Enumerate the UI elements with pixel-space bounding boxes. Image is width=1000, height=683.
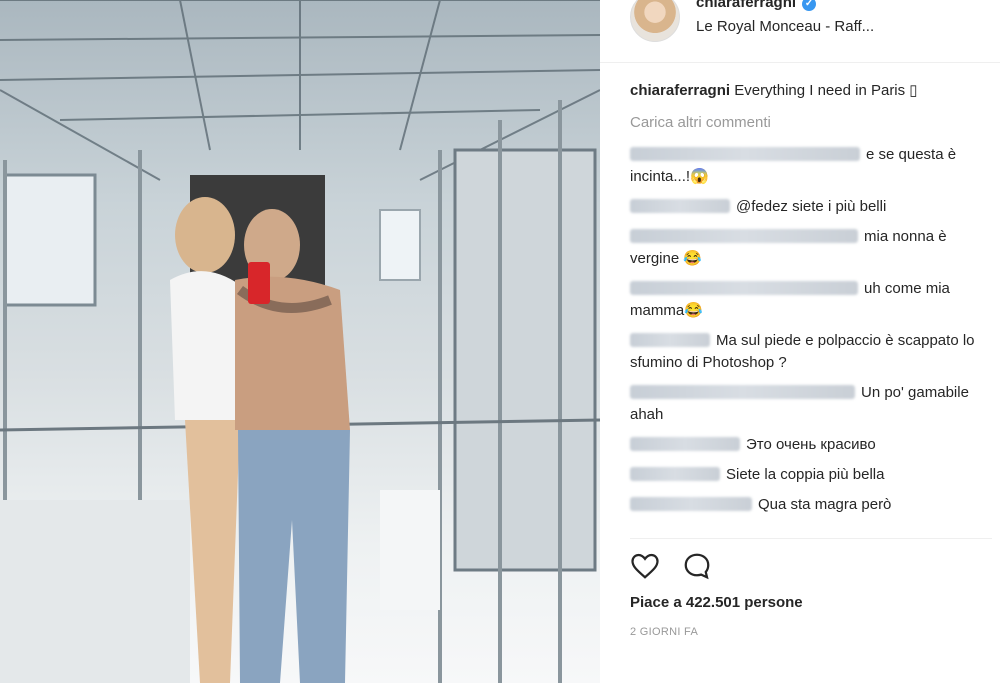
mirror-room-selfie-image: [0, 0, 600, 683]
blurred-username: [630, 467, 720, 481]
comment-item: Siete la coppia più bella: [630, 464, 990, 486]
divider: [630, 538, 992, 539]
caption-username[interactable]: chiaraferragni: [630, 82, 730, 99]
comment-item: uh come mia mamma😂: [630, 278, 990, 322]
username-link[interactable]: chiaraferragni ✓: [696, 0, 817, 11]
caption-text: Everything I need in Paris ▯: [734, 82, 918, 99]
comment-item: Это очень красиво: [630, 434, 990, 456]
heart-icon[interactable]: [630, 551, 660, 581]
comment-item: Un po' gamabile ahah: [630, 382, 990, 426]
comment-text: Qua sta magra però: [758, 496, 892, 513]
comment-text: Это очень красиво: [746, 436, 876, 453]
blurred-username: [630, 229, 858, 243]
avatar[interactable]: [630, 0, 680, 42]
post-photo[interactable]: [0, 0, 600, 683]
comment-item: Qua sta magra però: [630, 494, 990, 516]
comments-list: chiaraferragni Everything I need in Pari…: [630, 80, 990, 524]
comment-item: e se questa è incinta...!😱: [630, 144, 990, 188]
blurred-username: [630, 199, 730, 213]
location-link[interactable]: Le Royal Monceau - Raff...: [696, 18, 874, 35]
blurred-username: [630, 147, 860, 161]
comment-bubble-icon[interactable]: [682, 551, 712, 581]
post-header: chiaraferragni ✓ Le Royal Monceau - Raff.…: [600, 0, 1000, 63]
username-text[interactable]: chiaraferragni: [696, 0, 796, 11]
comment-item: mia nonna è vergine 😂: [630, 226, 990, 270]
blurred-username: [630, 497, 752, 511]
comment-item: @fedez siete i più belli: [630, 196, 990, 218]
load-more-comments-button[interactable]: Carica altri commenti: [630, 112, 990, 134]
post-timestamp[interactable]: 2 GIORNI FA: [630, 626, 698, 638]
blurred-username: [630, 281, 858, 295]
comment-text: @fedez siete i più belli: [736, 198, 887, 215]
post-caption: chiaraferragni Everything I need in Pari…: [630, 80, 990, 102]
post-actions: [630, 551, 730, 581]
blurred-username: [630, 385, 855, 399]
comment-item: Ma sul piede e polpaccio è scappato lo s…: [630, 330, 990, 374]
likes-count[interactable]: Piace a 422.501 persone: [630, 594, 803, 611]
post-sidebar: chiaraferragni ✓ Le Royal Monceau - Raff.…: [600, 0, 1000, 683]
verified-badge-icon: ✓: [802, 0, 817, 11]
comment-text: Siete la coppia più bella: [726, 466, 885, 483]
blurred-username: [630, 437, 740, 451]
blurred-username: [630, 333, 710, 347]
